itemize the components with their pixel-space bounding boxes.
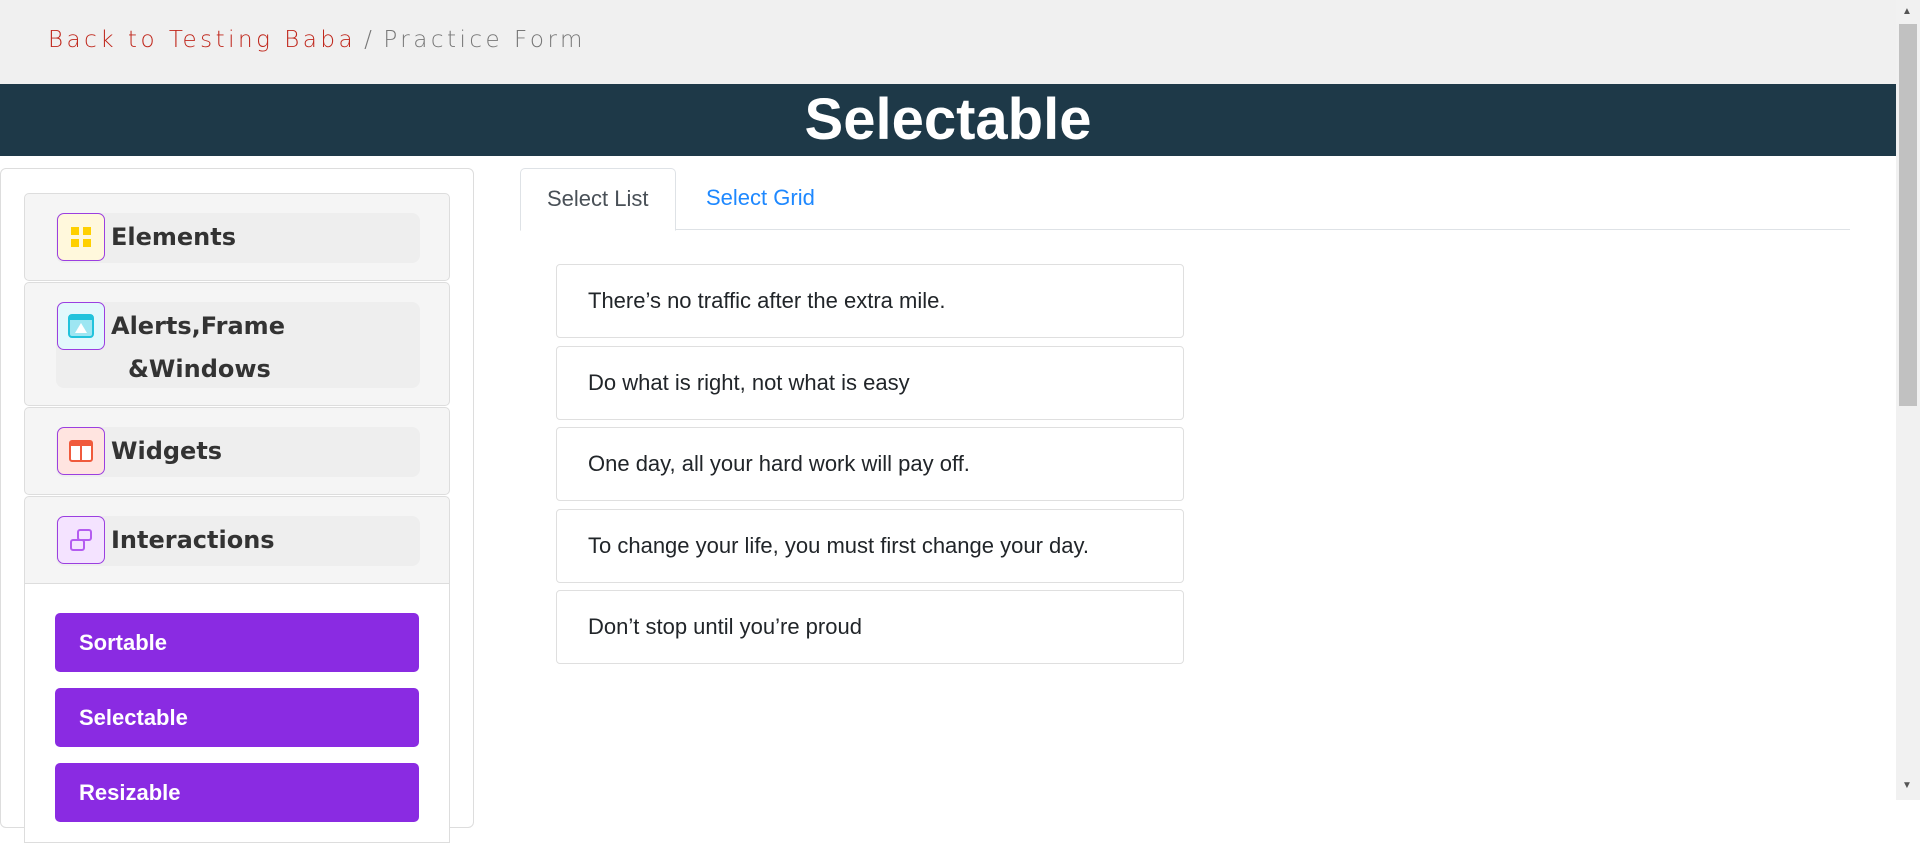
interactions-icon	[57, 516, 105, 564]
tab-bar: Select List Select Grid	[520, 168, 1850, 231]
sidebar-group-label: Alerts,Frame	[111, 312, 285, 340]
sidebar-group-interactions[interactable]: Interactions	[24, 496, 450, 584]
list-item[interactable]: To change your life, you must first chan…	[556, 509, 1184, 583]
scroll-down-icon[interactable]: ▼	[1902, 780, 1912, 791]
list-item[interactable]: There’s no traffic after the extra mile.	[556, 264, 1184, 338]
back-link[interactable]: Back to Testing Baba	[48, 27, 356, 53]
sidebar-item-resizable[interactable]: Resizable	[55, 763, 419, 822]
sidebar-group-elements[interactable]: Elements	[24, 193, 450, 281]
breadcrumb: Back to Testing Baba / Practice Form	[48, 27, 586, 53]
list-item[interactable]: One day, all your hard work will pay off…	[556, 427, 1184, 501]
grid-icon	[57, 213, 105, 261]
sidebar-group-label: Widgets	[111, 437, 223, 465]
scrollbar[interactable]: ▲ ▼	[1896, 0, 1920, 800]
alert-window-icon	[57, 302, 105, 350]
sidebar-item-sortable[interactable]: Sortable	[55, 613, 419, 672]
tab-select-list[interactable]: Select List	[520, 168, 676, 231]
sidebar-group-label-line2: &Windows	[128, 355, 271, 383]
top-bar: Back to Testing Baba / Practice Form	[0, 0, 1896, 84]
sidebar-group-widgets[interactable]: Widgets	[24, 407, 450, 495]
breadcrumb-current: Practice Form	[383, 27, 586, 53]
tab-select-grid[interactable]: Select Grid	[680, 168, 841, 230]
page-title: Selectable	[0, 84, 1896, 156]
sidebar-group-label: Elements	[111, 223, 237, 251]
sidebar-group-alerts[interactable]: Alerts,Frame &Windows	[24, 282, 450, 406]
scroll-up-icon[interactable]: ▲	[1902, 6, 1912, 17]
scrollbar-thumb[interactable]	[1899, 24, 1917, 406]
list-item[interactable]: Don’t stop until you’re proud	[556, 590, 1184, 664]
widgets-icon	[57, 427, 105, 475]
sidebar-group-label: Interactions	[111, 526, 275, 554]
list-item[interactable]: Do what is right, not what is easy	[556, 346, 1184, 420]
sidebar-item-selectable[interactable]: Selectable	[55, 688, 419, 747]
breadcrumb-separator: /	[364, 27, 376, 53]
